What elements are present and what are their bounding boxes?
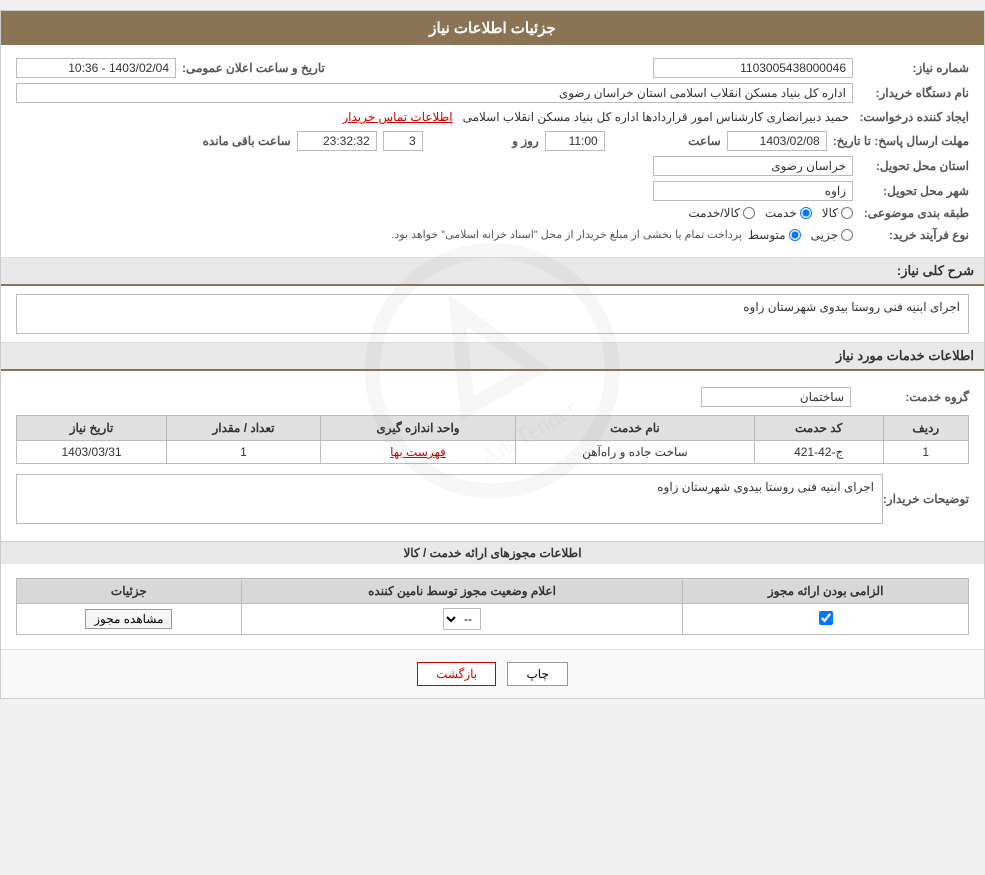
service-unit-link[interactable]: فهرست بها bbox=[390, 445, 446, 459]
permissions-table: الزامی بودن ارائه مجوز اعلام وضعیت مجوز … bbox=[16, 578, 969, 635]
need-description-box: اجرای ابنیه فنی روستا بیدوی شهرستان زاوه bbox=[16, 294, 969, 334]
need-number-label: شماره نیاز: bbox=[859, 61, 969, 75]
service-group-row: گروه خدمت: ساختمان bbox=[16, 387, 969, 407]
permission-status-select[interactable]: -- bbox=[443, 608, 481, 630]
deadline-remaining-label: ساعت باقی مانده bbox=[181, 134, 291, 148]
service-quantity: 1 bbox=[167, 441, 321, 464]
procurement-radio-jozi[interactable] bbox=[841, 229, 853, 241]
announcement-row: شماره نیاز: 1103005438000046 تاریخ و ساع… bbox=[16, 58, 969, 78]
col-unit: واحد اندازه گیری bbox=[320, 416, 515, 441]
table-row: -- مشاهده مجوز bbox=[17, 604, 969, 635]
city-row: شهر محل تحویل: زاوه bbox=[16, 181, 969, 201]
creator-name: حمید دبیرانصاری کارشناس امور قراردادها ا… bbox=[459, 108, 853, 126]
deadline-row: مهلت ارسال پاسخ: تا تاریخ: 1403/02/08 سا… bbox=[16, 131, 969, 151]
permission-status-cell[interactable]: -- bbox=[241, 604, 683, 635]
permissions-table-header: الزامی بودن ارائه مجوز اعلام وضعیت مجوز … bbox=[17, 579, 969, 604]
deadline-time-label: ساعت bbox=[611, 134, 721, 148]
category-label-kala: کالا bbox=[822, 206, 838, 220]
need-description-section: شرح کلی نیاز: اجرای ابنیه فنی روستا بیدو… bbox=[1, 258, 984, 343]
need-description-content: اجرای ابنیه فنی روستا بیدوی شهرستان زاوه bbox=[1, 286, 984, 343]
procurement-row: نوع فرآیند خرید: جزیی متوسط پرداخت تمام … bbox=[16, 225, 969, 244]
service-group-label: گروه خدمت: bbox=[859, 390, 969, 404]
permissions-title: اطلاعات مجوزهای ارائه خدمت / کالا bbox=[1, 541, 984, 564]
announcement-label: تاریخ و ساعت اعلان عمومی: bbox=[182, 61, 325, 75]
city-value: زاوه bbox=[653, 181, 853, 201]
service-date: 1403/03/31 bbox=[17, 441, 167, 464]
category-radio-kala-khedmat[interactable] bbox=[743, 207, 755, 219]
procurement-label: نوع فرآیند خرید: bbox=[859, 228, 969, 242]
col-name: نام خدمت bbox=[516, 416, 755, 441]
procurement-label-motavasset: متوسط bbox=[748, 228, 786, 242]
category-option-kala[interactable]: کالا bbox=[822, 206, 853, 220]
buyer-notes-row: توضیحات خریدار: اجرای ابنیه فنی روستا بی… bbox=[16, 470, 969, 528]
org-name-value: اداره کل بنیاد مسکن انقلاب اسلامی استان … bbox=[16, 83, 853, 103]
creator-row: ایجاد کننده درخواست: حمید دبیرانصاری کار… bbox=[16, 108, 969, 126]
buyer-notes-box: اجرای ابنیه فنی روستا بیدوی شهرستان زاوه bbox=[16, 474, 883, 524]
page-title: جزئیات اطلاعات نیاز bbox=[1, 11, 984, 45]
procurement-notice: پرداخت تمام یا بخشی از مبلغ خریدار از مح… bbox=[391, 225, 742, 244]
col-status: اعلام وضعیت مجوز توسط نامین کننده bbox=[241, 579, 683, 604]
category-label: طبقه بندی موضوعی: bbox=[859, 206, 969, 220]
view-permission-button[interactable]: مشاهده مجوز bbox=[85, 609, 172, 629]
service-row-num: 1 bbox=[883, 441, 968, 464]
org-name-row: نام دستگاه خریدار: اداره کل بنیاد مسکن ا… bbox=[16, 83, 969, 103]
need-number-value: 1103005438000046 bbox=[653, 58, 853, 78]
province-label: استان محل تحویل: bbox=[859, 159, 969, 173]
print-button[interactable]: چاپ bbox=[507, 662, 567, 686]
permission-details-cell[interactable]: مشاهده مجوز bbox=[17, 604, 242, 635]
province-value: خراسان رضوی bbox=[653, 156, 853, 176]
service-unit[interactable]: فهرست بها bbox=[320, 441, 515, 464]
category-option-khedmat[interactable]: خدمت bbox=[765, 206, 812, 220]
col-required: الزامی بودن ارائه مجوز bbox=[683, 579, 969, 604]
announcement-value: 1403/02/04 - 10:36 bbox=[16, 58, 176, 78]
permissions-section: اطلاعات مجوزهای ارائه خدمت / کالا الزامی… bbox=[1, 541, 984, 649]
services-title: اطلاعات خدمات مورد نیاز bbox=[1, 343, 984, 371]
footer-buttons: چاپ بازگشت bbox=[1, 649, 984, 698]
category-radio-khedmat[interactable] bbox=[800, 207, 812, 219]
need-description-title: شرح کلی نیاز: bbox=[1, 258, 984, 286]
services-table: ردیف کد حدمت نام خدمت واحد اندازه گیری ت… bbox=[16, 415, 969, 464]
col-code: کد حدمت bbox=[754, 416, 883, 441]
permission-required-checkbox[interactable] bbox=[819, 611, 833, 625]
category-row: طبقه بندی موضوعی: کالا خدمت کالا/خدمت bbox=[16, 206, 969, 220]
creator-label: ایجاد کننده درخواست: bbox=[859, 110, 969, 124]
org-name-label: نام دستگاه خریدار: bbox=[859, 86, 969, 100]
deadline-time: 11:00 bbox=[545, 131, 605, 151]
deadline-date: 1403/02/08 bbox=[727, 131, 827, 151]
services-section: اطلاعات خدمات مورد نیاز گروه خدمت: ساختم… bbox=[1, 343, 984, 541]
col-quantity: تعداد / مقدار bbox=[167, 416, 321, 441]
procurement-label-jozi: جزیی bbox=[811, 228, 838, 242]
creator-contact-link[interactable]: اطلاعات تماس خریدار bbox=[342, 110, 452, 124]
category-option-kala-khedmat[interactable]: کالا/خدمت bbox=[688, 206, 754, 220]
procurement-option-motavasset[interactable]: متوسط bbox=[748, 228, 801, 242]
procurement-radio-group: جزیی متوسط bbox=[748, 228, 853, 242]
back-button[interactable]: بازگشت bbox=[417, 662, 496, 686]
procurement-option-jozi[interactable]: جزیی bbox=[811, 228, 853, 242]
service-group-value: ساختمان bbox=[701, 387, 851, 407]
service-code: ج-42-421 bbox=[754, 441, 883, 464]
table-row: 1 ج-42-421 ساخت جاده و راه‌آهن فهرست بها… bbox=[17, 441, 969, 464]
service-name: ساخت جاده و راه‌آهن bbox=[516, 441, 755, 464]
category-label-kala-khedmat: کالا/خدمت bbox=[688, 206, 739, 220]
permission-required-cell bbox=[683, 604, 969, 635]
procurement-radio-motavasset[interactable] bbox=[789, 229, 801, 241]
top-info-section: شماره نیاز: 1103005438000046 تاریخ و ساع… bbox=[1, 45, 984, 258]
col-date: تاریخ نیاز bbox=[17, 416, 167, 441]
category-label-khedmat: خدمت bbox=[765, 206, 797, 220]
deadline-label: مهلت ارسال پاسخ: تا تاریخ: bbox=[833, 134, 969, 148]
city-label: شهر محل تحویل: bbox=[859, 184, 969, 198]
province-row: استان محل تحویل: خراسان رضوی bbox=[16, 156, 969, 176]
buyer-notes-label: توضیحات خریدار: bbox=[889, 492, 969, 506]
services-table-header: ردیف کد حدمت نام خدمت واحد اندازه گیری ت… bbox=[17, 416, 969, 441]
col-details: جزئیات bbox=[17, 579, 242, 604]
col-row: ردیف bbox=[883, 416, 968, 441]
category-radio-group: کالا خدمت کالا/خدمت bbox=[688, 206, 853, 220]
deadline-days-label: روز و bbox=[429, 134, 539, 148]
deadline-days: 3 bbox=[383, 131, 423, 151]
deadline-remaining: 23:32:32 bbox=[297, 131, 377, 151]
category-radio-kala[interactable] bbox=[841, 207, 853, 219]
